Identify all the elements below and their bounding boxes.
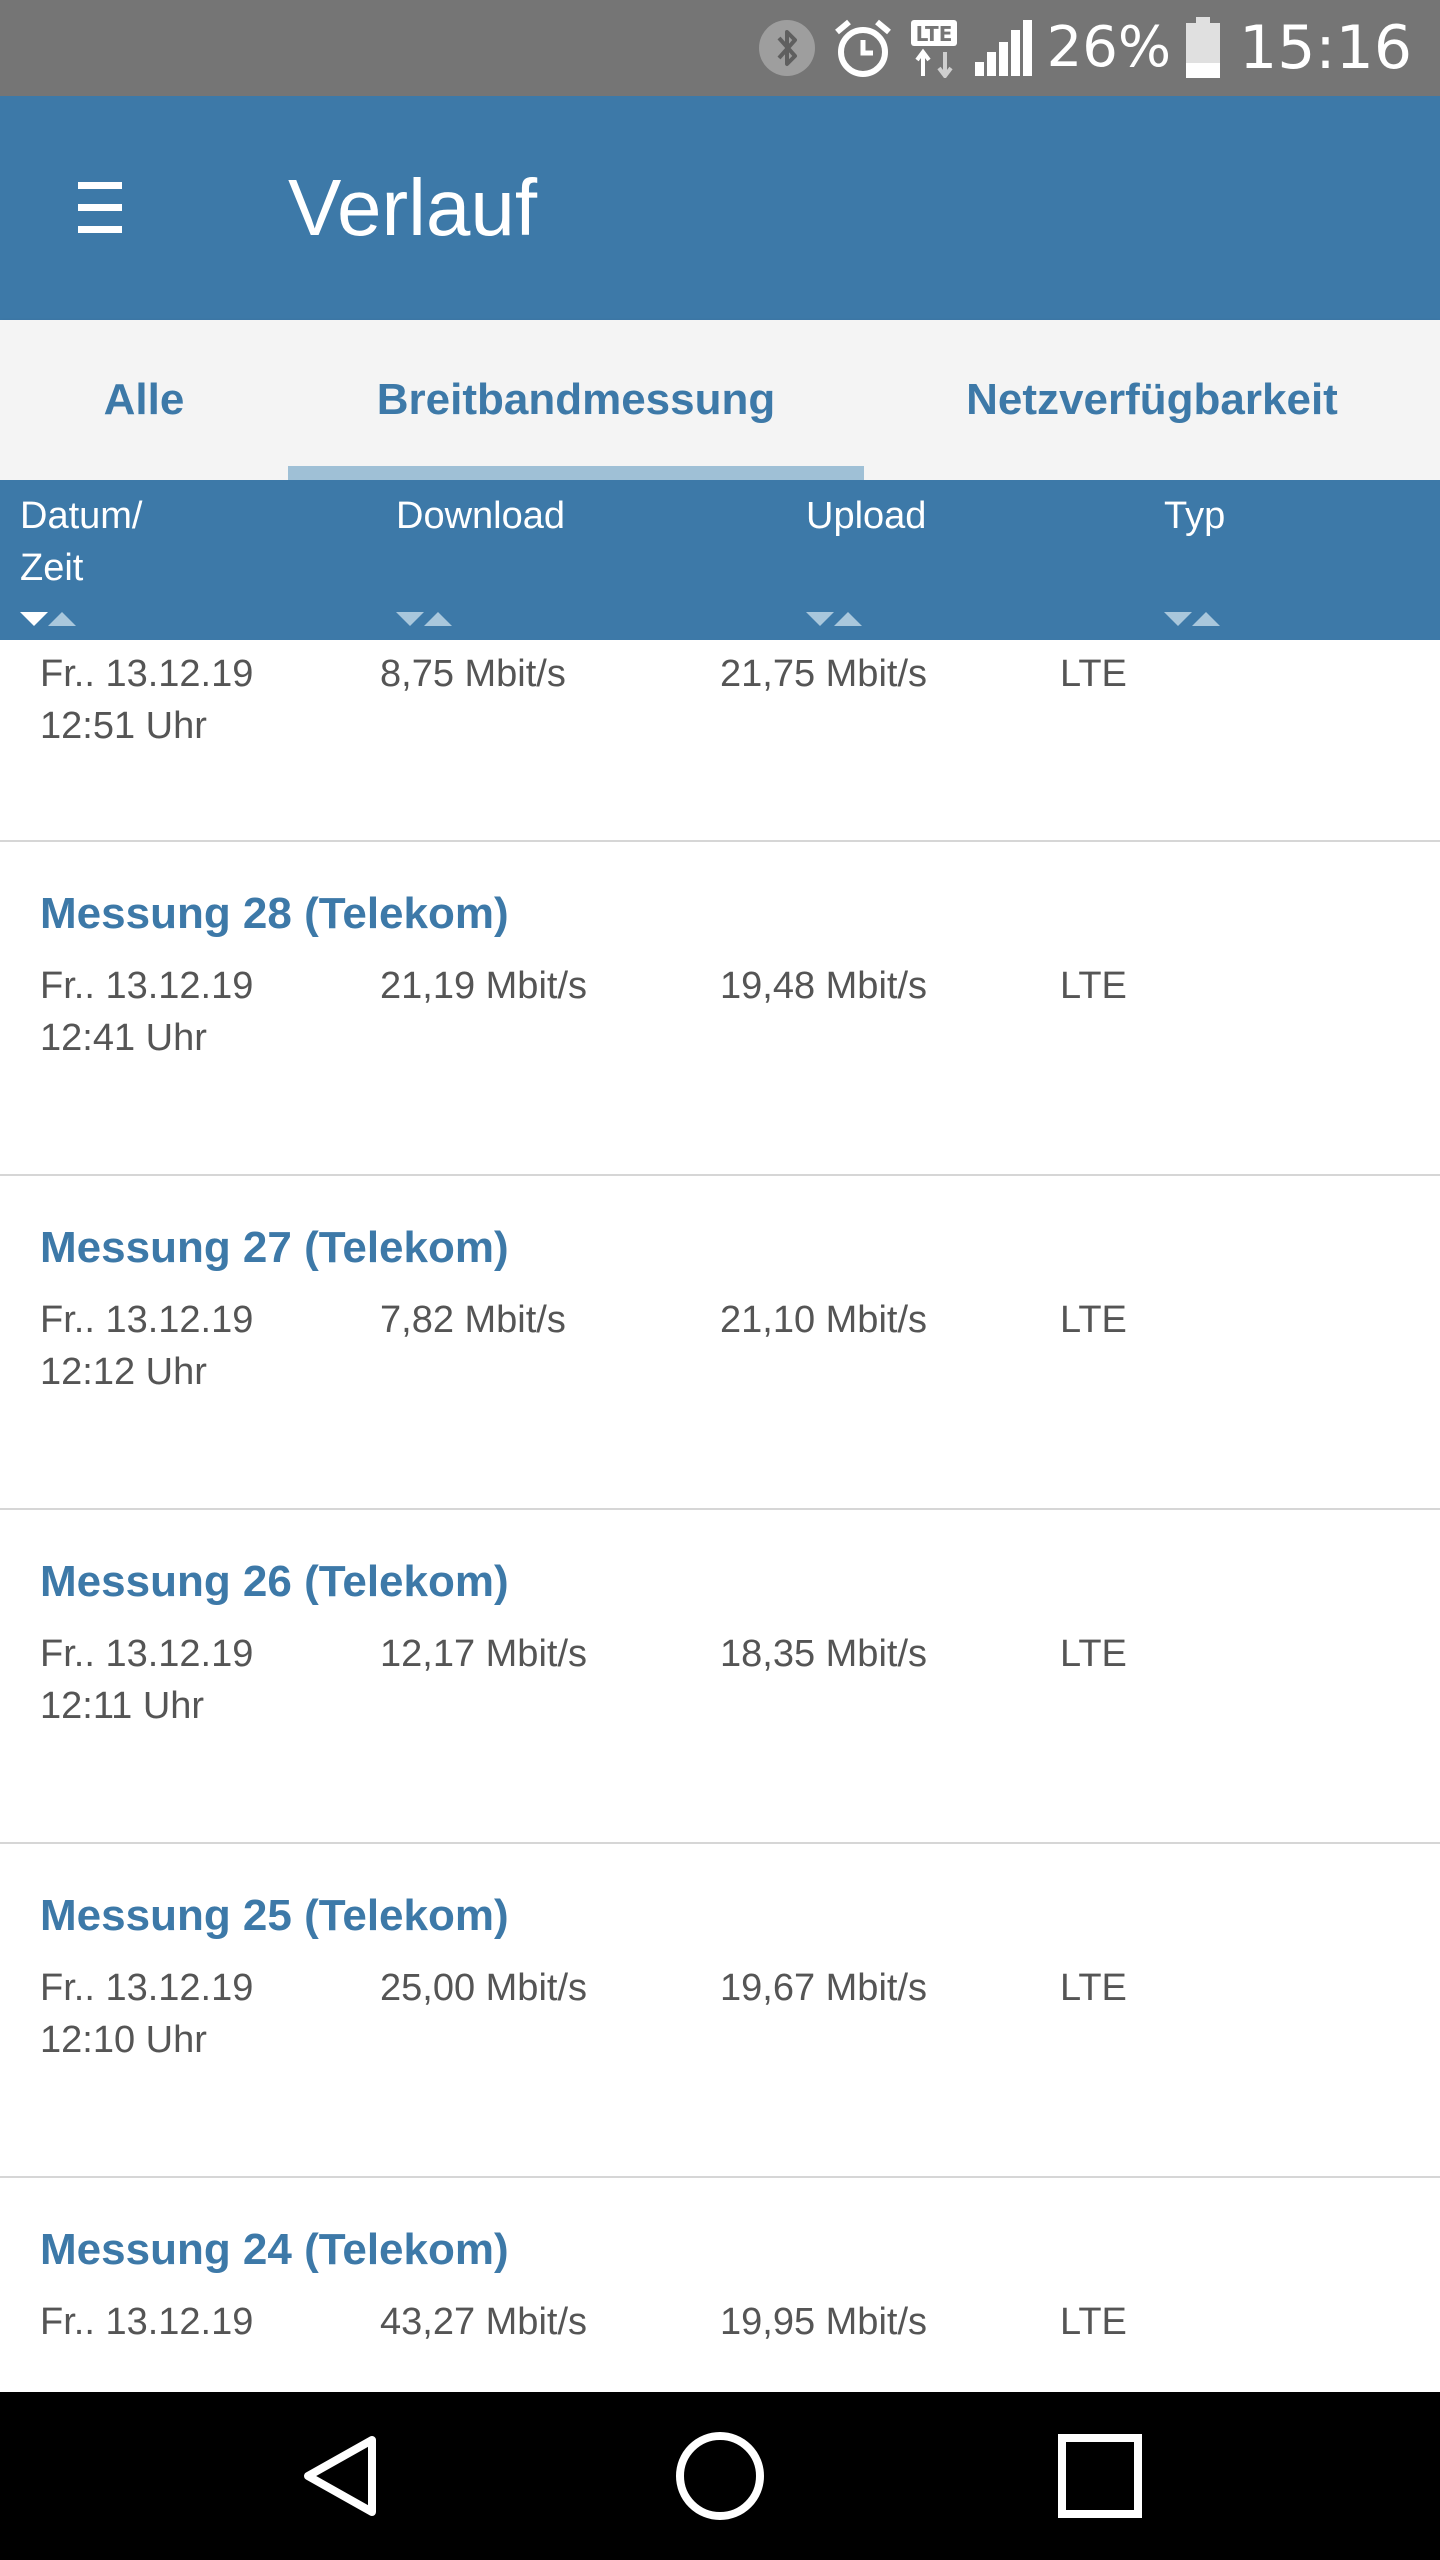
item-upload: 19,67 Mbit/s (720, 1967, 927, 2009)
status-bar: LTE 26% 15:16 (0, 0, 1440, 96)
item-download: 21,19 Mbit/s (380, 965, 587, 1007)
sort-download-icon[interactable] (396, 606, 452, 628)
battery-percent: 26% (1046, 15, 1172, 80)
item-date: Fr.. 13.12.19 (40, 2301, 254, 2343)
item-time: 12:12 Uhr (40, 1351, 207, 1393)
item-title: Messung 25 (Telekom) (40, 1891, 509, 1940)
clock: 15:16 (1239, 13, 1412, 83)
list-item[interactable]: Messung 27 (Telekom) Fr.. 13.12.19 12:12… (0, 1176, 1440, 1510)
item-title: Messung 28 (Telekom) (40, 889, 509, 938)
measurement-list: Fr.. 13.12.19 12:51 Uhr 8,75 Mbit/s 21,7… (0, 640, 1440, 2392)
list-item[interactable]: Messung 28 (Telekom) Fr.. 13.12.19 12:41… (0, 842, 1440, 1176)
column-datetime-label-2: Zeit (20, 547, 84, 589)
item-upload: 21,10 Mbit/s (720, 1299, 927, 1341)
item-title: Messung 26 (Telekom) (40, 1557, 509, 1606)
item-download: 8,75 Mbit/s (380, 653, 566, 695)
item-download: 12,17 Mbit/s (380, 1633, 587, 1675)
bluetooth-icon (757, 18, 817, 78)
home-icon[interactable] (664, 2420, 776, 2532)
recents-icon[interactable] (1044, 2420, 1156, 2532)
sort-upload-icon[interactable] (806, 606, 862, 628)
item-download: 25,00 Mbit/s (380, 1967, 587, 2009)
item-download: 7,82 Mbit/s (380, 1299, 566, 1341)
item-title: Messung 24 (Telekom) (40, 2225, 509, 2274)
list-item[interactable]: Messung 24 (Telekom) Fr.. 13.12.19 43,27… (0, 2178, 1440, 2392)
item-type: LTE (1060, 2301, 1127, 2343)
column-datetime[interactable]: Datum/ Zeit (20, 490, 142, 594)
sort-datetime-icon[interactable] (20, 606, 76, 628)
item-title: Messung 27 (Telekom) (40, 1223, 509, 1272)
list-item[interactable]: Messung 26 (Telekom) Fr.. 13.12.19 12:11… (0, 1510, 1440, 1844)
signal-icon (973, 18, 1033, 78)
list-item[interactable]: Messung 25 (Telekom) Fr.. 13.12.19 12:10… (0, 1844, 1440, 2178)
item-download: 43,27 Mbit/s (380, 2301, 587, 2343)
item-date: Fr.. 13.12.19 (40, 1299, 254, 1341)
item-type: LTE (1060, 965, 1127, 1007)
app-bar: Verlauf (0, 96, 1440, 320)
back-icon[interactable] (284, 2420, 396, 2532)
svg-text:LTE: LTE (915, 22, 952, 46)
item-upload: 19,48 Mbit/s (720, 965, 927, 1007)
navigation-bar (0, 2392, 1440, 2560)
item-time: 12:41 Uhr (40, 1017, 207, 1059)
item-upload: 18,35 Mbit/s (720, 1633, 927, 1675)
item-upload: 21,75 Mbit/s (720, 653, 927, 695)
list-item[interactable]: Fr.. 13.12.19 12:51 Uhr 8,75 Mbit/s 21,7… (0, 640, 1440, 842)
column-datetime-label-1: Datum/ (20, 495, 143, 537)
column-header: Datum/ Zeit Download Upload Typ (0, 480, 1440, 640)
item-type: LTE (1060, 1299, 1127, 1341)
column-upload[interactable]: Upload (806, 490, 926, 542)
alarm-icon (831, 16, 895, 80)
item-upload: 19,95 Mbit/s (720, 2301, 927, 2343)
tab-alle[interactable]: Alle (0, 320, 288, 480)
tab-breitbandmessung[interactable]: Breitbandmessung (288, 320, 864, 480)
item-date: Fr.. 13.12.19 (40, 965, 254, 1007)
item-date: Fr.. 13.12.19 (40, 1967, 254, 2009)
page-title: Verlauf (288, 163, 538, 252)
tab-bar: Alle Breitbandmessung Netzverfügbarkeit (0, 320, 1440, 480)
hamburger-menu-icon[interactable] (60, 168, 140, 248)
lte-data-icon: LTE (909, 18, 959, 78)
column-type[interactable]: Typ (1164, 490, 1225, 542)
sort-type-icon[interactable] (1164, 606, 1220, 628)
item-date: Fr.. 13.12.19 (40, 653, 254, 695)
item-type: LTE (1060, 653, 1127, 695)
item-time: 12:51 Uhr (40, 705, 207, 747)
item-type: LTE (1060, 1633, 1127, 1675)
item-date: Fr.. 13.12.19 (40, 1633, 254, 1675)
battery-icon (1185, 17, 1221, 79)
item-time: 12:11 Uhr (40, 1685, 205, 1727)
item-type: LTE (1060, 1967, 1127, 2009)
column-download[interactable]: Download (396, 490, 565, 542)
tab-netzverfuegbarkeit[interactable]: Netzverfügbarkeit (864, 320, 1440, 480)
item-time: 12:10 Uhr (40, 2019, 207, 2061)
